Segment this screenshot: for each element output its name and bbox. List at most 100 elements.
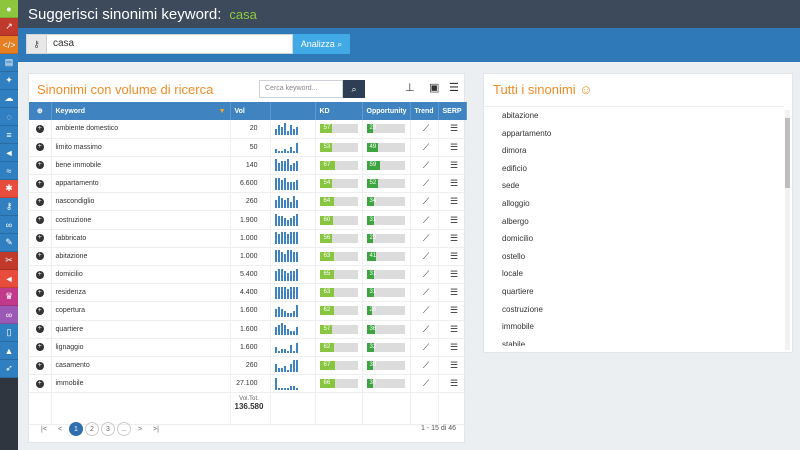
- database-icon[interactable]: ☰: [449, 81, 459, 94]
- expand-row-button[interactable]: +: [29, 374, 52, 394]
- chat-icon[interactable]: ◌: [0, 108, 18, 126]
- filter-search-button[interactable]: ⌕: [343, 80, 365, 98]
- last-page-button[interactable]: >|: [149, 422, 163, 436]
- key-icon[interactable]: ⚷: [0, 198, 18, 216]
- expand-row-button[interactable]: +: [29, 301, 52, 321]
- next-page-button[interactable]: >: [133, 422, 147, 436]
- list-item[interactable]: appartamento: [484, 125, 784, 143]
- signpost-icon[interactable]: ≡: [0, 126, 18, 144]
- synonym-list-scrollbar[interactable]: [785, 110, 790, 350]
- graduation-icon[interactable]: ▲: [0, 342, 18, 360]
- trend-chart-icon[interactable]: ⟋: [410, 229, 439, 248]
- trend-chart-icon[interactable]: ⟋: [410, 356, 439, 376]
- opportunity-column-header[interactable]: Opportunity: [362, 102, 411, 120]
- list-item[interactable]: costruzione: [484, 301, 784, 319]
- trend-chart-icon[interactable]: ⟋: [410, 138, 439, 157]
- trend-chart-icon[interactable]: ⟋: [410, 301, 439, 321]
- trend-column-header[interactable]: Trend: [410, 102, 439, 120]
- serp-list-icon[interactable]: ☰: [438, 374, 467, 394]
- megaphone-icon[interactable]: ◄: [0, 144, 18, 162]
- expand-row-button[interactable]: +: [29, 338, 52, 357]
- trend-chart-icon[interactable]: ⟋: [410, 338, 439, 357]
- expand-row-button[interactable]: +: [29, 192, 52, 212]
- sort-icon[interactable]: ▼: [219, 108, 226, 115]
- code-icon[interactable]: </>: [0, 36, 18, 54]
- serp-list-icon[interactable]: ☰: [438, 138, 467, 157]
- list-item[interactable]: alloggio: [484, 195, 784, 213]
- expand-row-button[interactable]: +: [29, 210, 52, 230]
- list-item[interactable]: edificio: [484, 160, 784, 178]
- serp-list-icon[interactable]: ☰: [438, 120, 467, 139]
- expand-row-button[interactable]: +: [29, 283, 52, 303]
- cloud-icon[interactable]: ☁: [0, 90, 18, 108]
- expand-all-header[interactable]: ⊕: [29, 102, 52, 120]
- trend-chart-icon[interactable]: ⟋: [410, 210, 439, 230]
- serp-list-icon[interactable]: ☰: [438, 192, 467, 212]
- expand-row-button[interactable]: +: [29, 356, 52, 376]
- expand-row-button[interactable]: +: [29, 265, 52, 285]
- list-item[interactable]: ostello: [484, 248, 784, 266]
- prev-page-button[interactable]: <: [53, 422, 67, 436]
- serp-list-icon[interactable]: ☰: [438, 210, 467, 230]
- list-item[interactable]: locale: [484, 265, 784, 283]
- expand-row-button[interactable]: +: [29, 247, 52, 267]
- list-item[interactable]: abitazione: [484, 107, 784, 125]
- keyword-column-header[interactable]: Keyword ▼: [51, 102, 231, 120]
- serp-column-header[interactable]: SERP: [438, 102, 467, 120]
- serp-list-icon[interactable]: ☰: [438, 229, 467, 248]
- page-1-button[interactable]: 1: [69, 422, 83, 436]
- trophy-icon[interactable]: ♛: [0, 288, 18, 306]
- serp-list-icon[interactable]: ☰: [438, 174, 467, 194]
- list-item[interactable]: sede: [484, 177, 784, 195]
- page-3-button[interactable]: 3: [101, 422, 115, 436]
- edit-icon[interactable]: ✎: [0, 234, 18, 252]
- sitemap-icon[interactable]: ⊥: [405, 81, 415, 94]
- list-item[interactable]: domicilio: [484, 230, 784, 248]
- kd-column-header[interactable]: KD: [315, 102, 363, 120]
- file-icon[interactable]: ▯: [0, 324, 18, 342]
- tools-icon[interactable]: ✂: [0, 252, 18, 270]
- serp-list-icon[interactable]: ☰: [438, 320, 467, 339]
- trend-chart-icon[interactable]: ⟋: [410, 120, 439, 139]
- analyze-button[interactable]: Analizza ⌕: [293, 34, 350, 54]
- chart-icon[interactable]: ↗: [0, 18, 18, 36]
- trend-chart-icon[interactable]: ⟋: [410, 192, 439, 212]
- serp-list-icon[interactable]: ☰: [438, 156, 467, 176]
- expand-row-button[interactable]: +: [29, 120, 52, 139]
- trend-chart-icon[interactable]: ⟋: [410, 320, 439, 339]
- serp-list-icon[interactable]: ☰: [438, 338, 467, 357]
- list-item[interactable]: quartiere: [484, 283, 784, 301]
- serp-list-icon[interactable]: ☰: [438, 356, 467, 376]
- keyword-input[interactable]: casa: [46, 34, 293, 54]
- binoculars-icon[interactable]: ∞: [0, 306, 18, 324]
- vol-column-header[interactable]: Vol: [230, 102, 271, 120]
- keyword-filter-input[interactable]: Cerca keyword...: [259, 80, 343, 98]
- list-item[interactable]: immobile: [484, 318, 784, 336]
- trend-chart-icon[interactable]: ⟋: [410, 265, 439, 285]
- serp-list-icon[interactable]: ☰: [438, 265, 467, 285]
- page-2-button[interactable]: 2: [85, 422, 99, 436]
- expand-row-button[interactable]: +: [29, 156, 52, 176]
- trend-chart-icon[interactable]: ⟋: [410, 174, 439, 194]
- expand-row-button[interactable]: +: [29, 174, 52, 194]
- more-pages-button[interactable]: ...: [117, 422, 131, 436]
- trend-chart-icon[interactable]: ⟋: [410, 374, 439, 394]
- synonym-list[interactable]: abitazione appartamento dimora edificio sede…: [484, 106, 784, 346]
- trend-chart-icon[interactable]: ⟋: [410, 156, 439, 176]
- running-icon[interactable]: ✦: [0, 72, 18, 90]
- bug-icon[interactable]: ✱: [0, 180, 18, 198]
- serp-list-icon[interactable]: ☰: [438, 283, 467, 303]
- expand-row-button[interactable]: +: [29, 320, 52, 339]
- expand-row-button[interactable]: +: [29, 229, 52, 248]
- list-item[interactable]: dimora: [484, 142, 784, 160]
- rocket-icon[interactable]: ➶: [0, 360, 18, 378]
- globe-icon[interactable]: ●: [0, 0, 18, 18]
- expand-row-button[interactable]: +: [29, 138, 52, 157]
- swimmer-icon[interactable]: ≈: [0, 162, 18, 180]
- trend-chart-icon[interactable]: ⟋: [410, 283, 439, 303]
- link-icon[interactable]: ∞: [0, 216, 18, 234]
- bullhorn-icon[interactable]: ◄: [0, 270, 18, 288]
- trend-chart-icon[interactable]: ⟋: [410, 247, 439, 267]
- serp-list-icon[interactable]: ☰: [438, 301, 467, 321]
- serp-list-icon[interactable]: ☰: [438, 247, 467, 267]
